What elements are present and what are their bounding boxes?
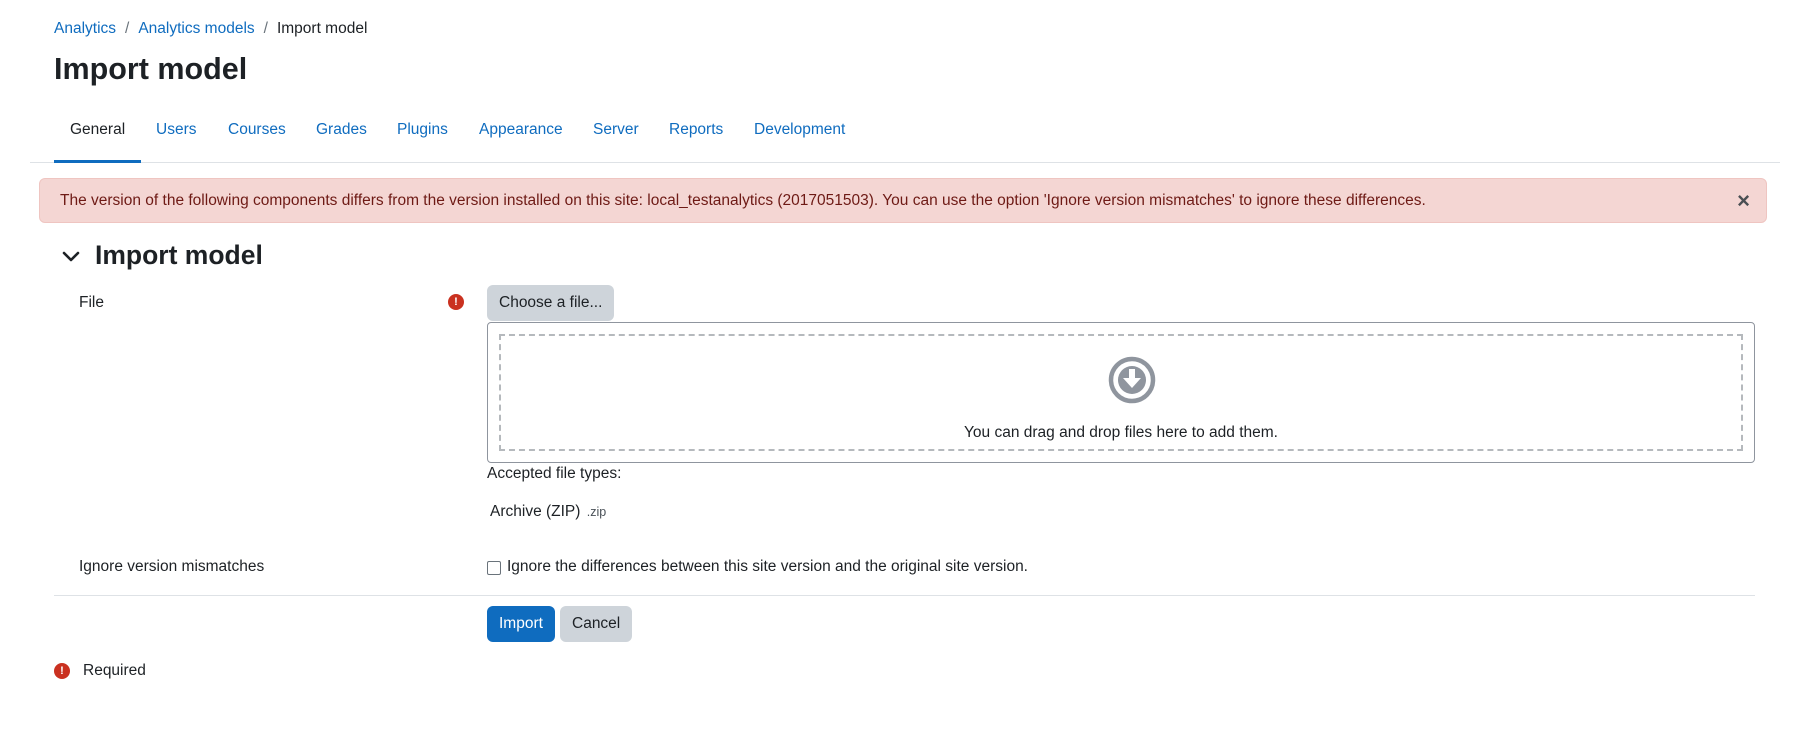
admin-tabs: General Users Courses Grades Plugins App…: [30, 105, 1780, 163]
tab-server[interactable]: Server: [577, 105, 655, 163]
cancel-button[interactable]: Cancel: [560, 606, 633, 642]
breadcrumb-separator: /: [125, 20, 130, 37]
tab-appearance[interactable]: Appearance: [463, 105, 579, 163]
breadcrumb: Analytics / Analytics models / Import mo…: [54, 20, 367, 38]
divider: [54, 595, 1755, 596]
ignore-mismatch-checkbox[interactable]: [487, 561, 501, 575]
tab-plugins[interactable]: Plugins: [381, 105, 464, 163]
accepted-types-label: Accepted file types:: [487, 465, 622, 482]
ignore-mismatch-label: Ignore version mismatches: [79, 558, 265, 575]
chevron-down-icon[interactable]: [60, 245, 82, 267]
tab-users[interactable]: Users: [140, 105, 212, 163]
accepted-type-name: Archive (ZIP): [490, 503, 581, 520]
tab-reports[interactable]: Reports: [653, 105, 739, 163]
accepted-type-item: Archive (ZIP) .zip: [490, 503, 606, 521]
close-icon[interactable]: ×: [1737, 179, 1750, 222]
import-button[interactable]: Import: [487, 606, 555, 642]
breadcrumb-link-analytics-models[interactable]: Analytics models: [138, 20, 254, 38]
accepted-type-extension: .zip: [586, 505, 607, 519]
dropzone-text: You can drag and drop files here to add …: [964, 424, 1278, 441]
breadcrumb-current: Import model: [276, 20, 368, 37]
section-header: Import model: [60, 240, 263, 271]
tab-courses[interactable]: Courses: [212, 105, 302, 163]
ignore-mismatch-checkbox-label[interactable]: Ignore the differences between this site…: [507, 558, 1028, 576]
arrow-circle-down-icon: [1108, 356, 1156, 404]
alert-message: The version of the following components …: [60, 192, 1426, 209]
tab-grades[interactable]: Grades: [300, 105, 383, 163]
required-note: Required: [83, 662, 146, 679]
tab-general[interactable]: General: [54, 105, 142, 163]
choose-file-button[interactable]: Choose a file...: [487, 285, 615, 321]
version-mismatch-alert: The version of the following components …: [39, 178, 1767, 223]
required-icon: !: [54, 663, 70, 679]
required-icon: !: [448, 294, 464, 310]
file-label: File: [79, 294, 104, 311]
breadcrumb-separator: /: [263, 20, 268, 37]
tab-development[interactable]: Development: [738, 105, 861, 163]
dropzone-area[interactable]: You can drag and drop files here to add …: [499, 334, 1743, 451]
section-title: Import model: [95, 240, 263, 270]
page-title: Import model: [54, 52, 248, 86]
breadcrumb-link-analytics[interactable]: Analytics: [54, 20, 116, 38]
file-dropzone[interactable]: You can drag and drop files here to add …: [487, 322, 1755, 463]
